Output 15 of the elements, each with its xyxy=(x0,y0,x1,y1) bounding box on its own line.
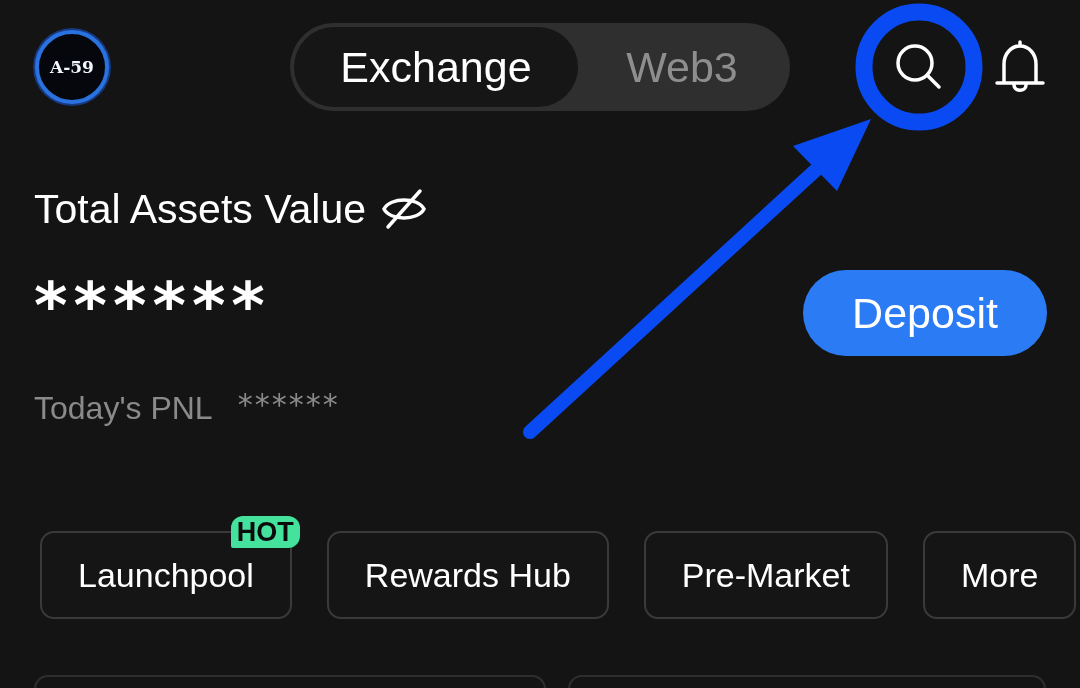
balance-value: ****** xyxy=(34,274,271,338)
shortcut-button[interactable]: More xyxy=(922,531,1077,619)
segment-tab[interactable]: Web3 xyxy=(578,27,786,107)
pnl-value: ****** xyxy=(237,387,340,422)
pnl-label: Today's PNL xyxy=(34,389,213,427)
search-icon[interactable] xyxy=(894,42,944,92)
shortcut-button[interactable]: Pre-Market xyxy=(643,531,888,619)
avatar-logo[interactable]: A-59 xyxy=(35,30,109,104)
segment-tab[interactable]: Exchange xyxy=(294,27,578,107)
bell-icon[interactable] xyxy=(994,40,1046,94)
total-assets-label: Total Assets Value xyxy=(34,186,366,232)
eye-slash-icon[interactable] xyxy=(380,188,428,230)
hot-badge: HOT xyxy=(230,516,300,548)
shortcut-button[interactable]: Rewards Hub xyxy=(326,531,609,619)
deposit-button[interactable]: Deposit xyxy=(803,270,1047,356)
